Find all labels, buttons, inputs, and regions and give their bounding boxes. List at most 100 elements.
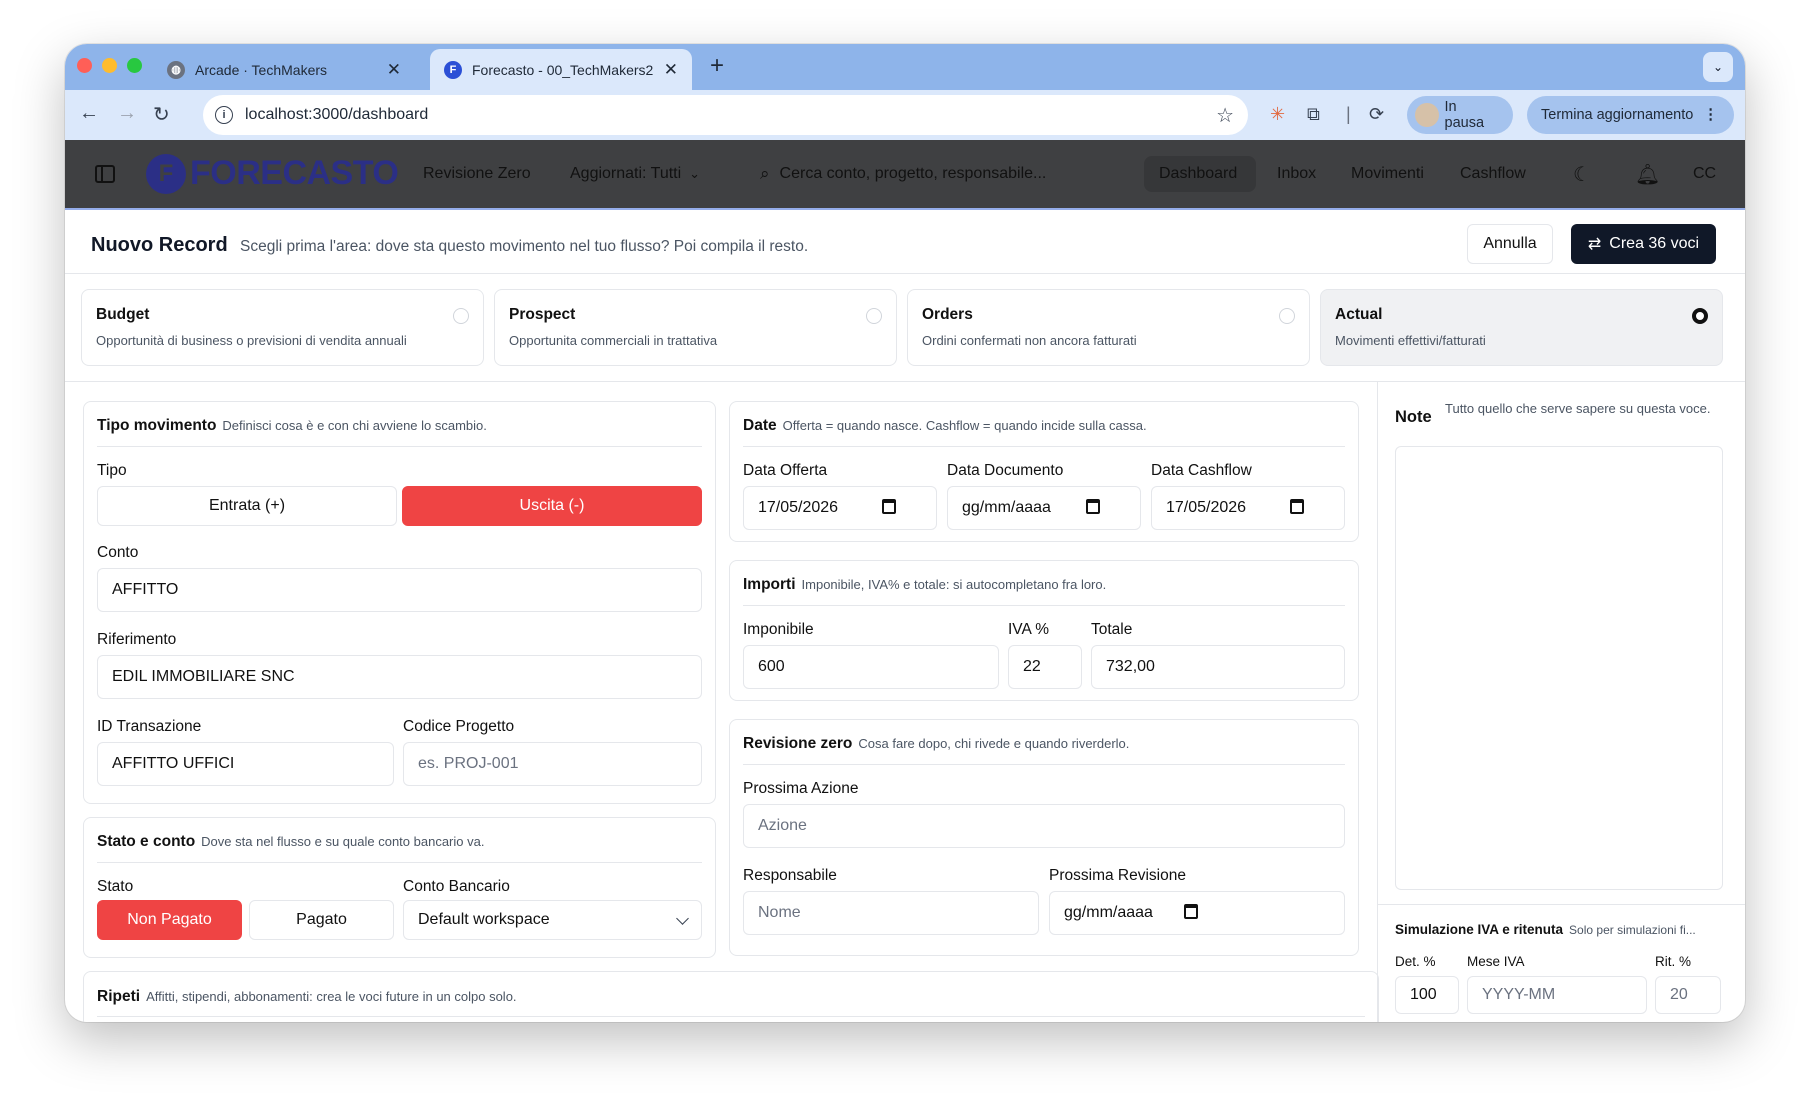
back-button[interactable]: ← xyxy=(79,102,99,125)
updated-filter-dropdown[interactable]: Aggiornati: Tutti ⌄ xyxy=(570,140,700,208)
id-transazione-input[interactable]: AFFITTO UFFICI xyxy=(97,742,394,786)
forward-button[interactable]: → xyxy=(117,102,137,125)
browser-toolbar: ← → ↻ i localhost:3000/dashboard ☆ ✳ ⧉ |… xyxy=(65,90,1745,140)
reload-button[interactable]: ↻ xyxy=(153,102,170,127)
calendar-icon[interactable] xyxy=(1086,499,1100,514)
iva-input[interactable]: 22 xyxy=(1008,645,1082,689)
divider xyxy=(743,446,1345,447)
riferimento-input[interactable]: EDIL IMMOBILIARE SNC xyxy=(97,655,702,699)
calendar-icon[interactable] xyxy=(1290,499,1304,514)
tab-forecasto[interactable]: F Forecasto - 00_TechMakers2 ✕ xyxy=(430,49,692,90)
close-tab-icon[interactable]: ✕ xyxy=(387,60,401,80)
data-offerta-input[interactable]: 17/05/2026 xyxy=(743,486,937,530)
app-header: F FORECASTO Revisione Zero Aggiornati: T… xyxy=(65,140,1745,208)
bell-icon[interactable]: 🔔︎ xyxy=(1635,140,1660,208)
extensions-puzzle-icon[interactable]: ⧉ xyxy=(1307,104,1320,125)
create-entries-label: Crea 36 voci xyxy=(1609,235,1700,252)
new-tab-button[interactable]: + xyxy=(710,52,724,80)
data-cashflow-input[interactable]: 17/05/2026 xyxy=(1151,486,1345,530)
codice-progetto-label: Codice Progetto xyxy=(403,718,515,735)
data-offerta-label: Data Offerta xyxy=(743,462,828,479)
data-cashflow-label: Data Cashflow xyxy=(1151,462,1252,479)
codice-progetto-input[interactable]: es. PROJ-001 xyxy=(403,742,702,786)
area-radio[interactable] xyxy=(1279,308,1295,324)
forecasto-favicon-icon: F xyxy=(444,60,462,79)
data-documento-input[interactable]: gg/mm/aaaa xyxy=(947,486,1141,530)
conto-bancario-select[interactable]: Default workspace xyxy=(403,900,702,940)
mese-iva-input[interactable]: YYYY-MM xyxy=(1467,976,1647,1014)
rit-input[interactable]: 20 xyxy=(1655,976,1721,1014)
nav-inbox[interactable]: Inbox xyxy=(1277,140,1316,208)
iva-label: IVA % xyxy=(1008,621,1050,638)
tab-arcade[interactable]: ◍ Arcade · TechMakers ✕ xyxy=(153,49,415,90)
simulazione-heading: Simulazione IVA e ritenuta Solo per simul… xyxy=(1395,922,1696,937)
nav-movimenti[interactable]: Movimenti xyxy=(1351,140,1424,208)
conto-bancario-label: Conto Bancario xyxy=(403,878,510,895)
tipo-label: Tipo xyxy=(97,462,127,479)
header-top-border xyxy=(65,208,1745,210)
url-text[interactable]: localhost:3000/dashboard xyxy=(245,106,428,124)
date-heading: Date Offerta = quando nasce. Cashflow = q… xyxy=(743,417,1147,434)
uscita-toggle[interactable]: Uscita (-) xyxy=(402,486,702,526)
moon-icon[interactable]: ☾ xyxy=(1573,140,1591,208)
area-card-orders[interactable]: Orders Ordini confermati non ancora fatt… xyxy=(907,289,1310,366)
global-search[interactable]: ⌕ Cerca conto, progetto, responsabile... xyxy=(760,154,1120,194)
create-entries-button[interactable]: ⇄ Crea 36 voci xyxy=(1571,224,1716,264)
conto-input[interactable]: AFFITTO xyxy=(97,568,702,612)
nav-dashboard[interactable]: Dashboard xyxy=(1159,140,1237,208)
area-card-budget[interactable]: Budget Opportunità di business o previsi… xyxy=(81,289,484,366)
sync-icon[interactable]: ⟳ xyxy=(1369,104,1384,125)
imponibile-input[interactable]: 600 xyxy=(743,645,999,689)
area-radio[interactable] xyxy=(453,308,469,324)
imponibile-label: Imponibile xyxy=(743,621,814,638)
calendar-icon[interactable] xyxy=(882,499,896,514)
divider xyxy=(65,381,1745,382)
prossima-revisione-label: Prossima Revisione xyxy=(1049,867,1186,884)
responsabile-input[interactable]: Nome xyxy=(743,891,1039,935)
site-info-icon[interactable]: i xyxy=(215,106,233,124)
revisione-zero-heading: Revisione zero Cosa fare dopo, chi rivede… xyxy=(743,735,1130,752)
entrata-toggle[interactable]: Entrata (+) xyxy=(97,486,397,526)
pagato-toggle[interactable]: Pagato xyxy=(249,900,394,940)
area-card-actual[interactable]: Actual Movimenti effettivi/fatturati xyxy=(1320,289,1723,366)
area-desc: Ordini confermati non ancora fatturati xyxy=(922,333,1137,348)
prossima-azione-input[interactable]: Azione xyxy=(743,804,1345,848)
workspace-selector[interactable]: Revisione Zero xyxy=(423,140,531,208)
chevron-down-icon xyxy=(676,912,689,925)
divider xyxy=(743,605,1345,606)
maximize-window-button[interactable] xyxy=(127,58,142,73)
det-input[interactable]: 100 xyxy=(1395,976,1459,1014)
rit-label: Rit. % xyxy=(1655,954,1692,969)
minimize-window-button[interactable] xyxy=(102,58,117,73)
page-title: Nuovo Record xyxy=(91,234,228,256)
calendar-icon[interactable] xyxy=(1184,904,1198,919)
bookmark-star-icon[interactable]: ☆ xyxy=(1216,103,1234,128)
totale-input[interactable]: 732,00 xyxy=(1091,645,1345,689)
tab-strip: ◍ Arcade · TechMakers ✕ F Forecasto - 00… xyxy=(65,44,1745,90)
note-textarea[interactable] xyxy=(1395,446,1723,890)
nav-cashflow[interactable]: Cashflow xyxy=(1460,140,1526,208)
area-radio[interactable] xyxy=(866,308,882,324)
address-bar[interactable]: i localhost:3000/dashboard ☆ xyxy=(203,95,1248,135)
user-avatar[interactable]: CC xyxy=(1693,140,1716,208)
close-tab-icon[interactable]: ✕ xyxy=(664,60,678,80)
cancel-button[interactable]: Annulla xyxy=(1467,224,1553,264)
area-title: Actual xyxy=(1335,306,1383,323)
area-radio-selected[interactable] xyxy=(1692,308,1708,324)
extension-claude-icon[interactable]: ✳ xyxy=(1270,104,1285,125)
tab-title: Forecasto - 00_TechMakers2 xyxy=(472,61,654,78)
tab-title: Arcade · TechMakers xyxy=(195,61,328,78)
finish-update-button[interactable]: Termina aggiornamento ⋮ xyxy=(1527,96,1734,134)
area-title: Orders xyxy=(922,306,973,323)
close-window-button[interactable] xyxy=(77,58,92,73)
global-search-placeholder: Cerca conto, progetto, responsabile... xyxy=(779,165,1047,182)
tab-search-button[interactable]: ⌄ xyxy=(1703,52,1733,82)
sidebar-toggle-icon[interactable] xyxy=(95,140,115,208)
profile-button[interactable]: In pausa xyxy=(1407,96,1513,134)
non-pagato-toggle[interactable]: Non Pagato xyxy=(97,900,242,940)
prossima-revisione-input[interactable]: gg/mm/aaaa xyxy=(1049,891,1345,935)
toolbar-divider: | xyxy=(1346,104,1351,124)
divider xyxy=(97,1016,1365,1017)
area-card-prospect[interactable]: Prospect Opportunita commerciali in trat… xyxy=(494,289,897,366)
area-title: Budget xyxy=(96,306,150,323)
